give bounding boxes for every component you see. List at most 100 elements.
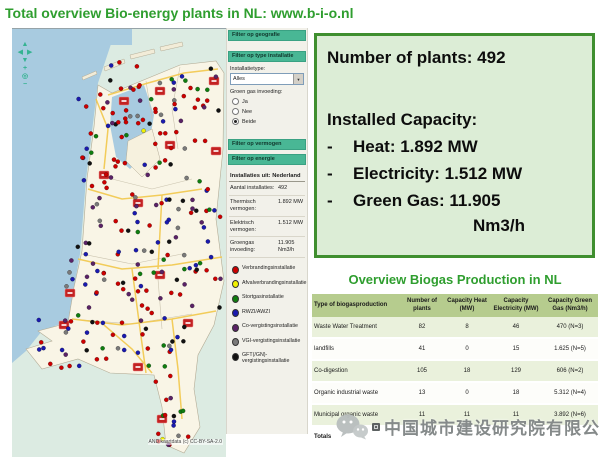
plant-marker[interactable]	[136, 114, 140, 118]
plant-marker[interactable]	[203, 139, 207, 143]
plant-marker[interactable]	[76, 313, 80, 317]
plant-marker[interactable]	[162, 258, 166, 262]
map-pan-zoom-controls[interactable]: ▲ ◀ ▶ ▼ + ◎ −	[15, 41, 35, 89]
plant-marker[interactable]	[98, 219, 102, 223]
plant-marker[interactable]	[174, 130, 178, 134]
plant-marker[interactable]	[133, 277, 137, 281]
plant-marker[interactable]	[147, 364, 151, 368]
plant-marker[interactable]	[148, 223, 152, 227]
plant-marker[interactable]	[102, 278, 106, 282]
plant-marker[interactable]	[128, 114, 132, 118]
pan-down-icon[interactable]: ▼	[15, 57, 35, 65]
plant-marker[interactable]	[183, 282, 187, 286]
plant-marker[interactable]	[126, 229, 130, 233]
plant-marker[interactable]	[76, 245, 80, 249]
plant-marker[interactable]	[140, 303, 144, 307]
plant-marker[interactable]	[136, 262, 140, 266]
plant-marker[interactable]	[158, 161, 162, 165]
plant-marker[interactable]	[66, 327, 70, 331]
plant-marker[interactable]	[194, 263, 198, 267]
plant-marker[interactable]	[81, 340, 85, 344]
plant-marker[interactable]	[165, 220, 169, 224]
plant-marker[interactable]	[91, 205, 95, 209]
plant-marker[interactable]	[209, 67, 213, 71]
plant-marker[interactable]	[175, 278, 179, 282]
plant-marker[interactable]	[146, 173, 150, 177]
plant-marker[interactable]	[169, 162, 173, 166]
plant-marker[interactable]	[213, 277, 217, 281]
plant-marker[interactable]	[200, 220, 204, 224]
plant-marker[interactable]	[173, 107, 177, 111]
plant-marker[interactable]	[163, 131, 167, 135]
plant-marker[interactable]	[172, 423, 176, 427]
plant-marker[interactable]	[176, 207, 180, 211]
plant-marker[interactable]	[135, 64, 139, 68]
plant-marker[interactable]	[90, 184, 94, 188]
netherlands-map[interactable]: ▲ ◀ ▶ ▼ + ◎ − AND kaartdata (c) CC-BY-SA…	[12, 28, 226, 457]
plant-marker[interactable]	[216, 108, 220, 112]
plant-marker[interactable]	[188, 86, 192, 90]
plant-marker[interactable]	[109, 175, 113, 179]
plant-marker[interactable]	[182, 94, 186, 98]
plant-marker[interactable]	[154, 165, 158, 169]
plant-marker[interactable]	[205, 88, 209, 92]
plant-marker[interactable]	[64, 284, 68, 288]
plant-marker[interactable]	[179, 119, 183, 123]
plant-marker[interactable]	[164, 398, 168, 402]
plant-marker[interactable]	[127, 292, 131, 296]
plant-marker[interactable]	[196, 98, 200, 102]
plant-marker[interactable]	[194, 209, 198, 213]
plant-marker[interactable]	[217, 305, 221, 309]
plant-marker[interactable]	[163, 364, 167, 368]
plant-marker[interactable]	[109, 63, 113, 67]
plant-marker[interactable]	[146, 346, 150, 350]
plant-marker[interactable]	[183, 146, 187, 150]
plant-marker[interactable]	[121, 281, 125, 285]
plant-marker[interactable]	[95, 202, 99, 206]
plant-marker[interactable]	[182, 253, 186, 257]
plant-marker[interactable]	[156, 240, 160, 244]
plant-marker[interactable]	[95, 269, 99, 273]
plant-marker[interactable]	[85, 348, 89, 352]
plant-marker[interactable]	[172, 87, 176, 91]
map-canvas[interactable]	[12, 29, 226, 457]
plant-marker[interactable]	[182, 267, 186, 271]
plant-marker[interactable]	[180, 74, 184, 78]
plant-marker[interactable]	[87, 305, 91, 309]
plant-marker[interactable]	[181, 199, 185, 203]
plant-marker[interactable]	[166, 253, 170, 257]
plant-marker[interactable]	[207, 208, 211, 212]
plant-marker[interactable]	[168, 374, 172, 378]
plant-marker[interactable]	[104, 357, 108, 361]
plant-marker[interactable]	[138, 272, 142, 276]
plant-marker[interactable]	[130, 298, 134, 302]
plant-marker[interactable]	[196, 87, 200, 91]
plant-marker[interactable]	[138, 99, 142, 103]
plant-marker[interactable]	[120, 321, 124, 325]
plant-marker[interactable]	[124, 120, 128, 124]
plant-marker[interactable]	[83, 282, 87, 286]
plant-marker[interactable]	[212, 208, 216, 212]
plant-marker[interactable]	[84, 104, 88, 108]
plant-marker[interactable]	[152, 271, 156, 275]
plant-marker[interactable]	[101, 321, 105, 325]
plant-marker[interactable]	[181, 409, 185, 413]
plant-marker[interactable]	[104, 173, 108, 177]
plant-marker[interactable]	[39, 340, 43, 344]
plant-marker[interactable]	[149, 97, 153, 101]
plant-marker[interactable]	[154, 203, 158, 207]
plant-marker[interactable]	[190, 207, 194, 211]
plant-marker[interactable]	[77, 97, 81, 101]
plant-marker[interactable]	[167, 240, 171, 244]
plant-marker[interactable]	[88, 161, 92, 165]
plant-marker[interactable]	[172, 414, 176, 418]
plant-marker[interactable]	[63, 319, 67, 323]
plant-marker[interactable]	[176, 434, 180, 438]
plant-marker[interactable]	[111, 111, 115, 115]
plant-marker[interactable]	[59, 366, 63, 370]
plant-marker[interactable]	[89, 151, 93, 155]
plant-marker[interactable]	[94, 134, 98, 138]
plant-marker[interactable]	[160, 201, 164, 205]
plant-marker[interactable]	[170, 77, 174, 81]
plant-marker[interactable]	[105, 186, 109, 190]
